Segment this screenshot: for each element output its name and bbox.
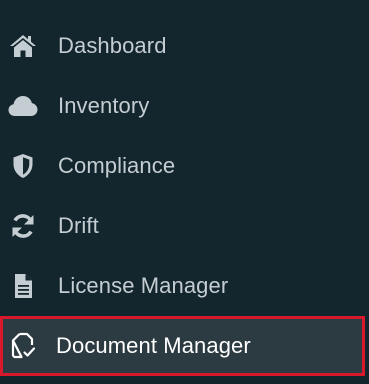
- sidebar-item-license-manager[interactable]: License Manager: [0, 256, 369, 316]
- sidebar-item-label: Drift: [58, 213, 99, 238]
- sidebar-item-dashboard[interactable]: Dashboard: [0, 16, 369, 76]
- shield-icon: [8, 151, 38, 181]
- sidebar-item-compliance[interactable]: Compliance: [0, 136, 369, 196]
- document-check-icon: [8, 331, 38, 361]
- sidebar-item-label: Compliance: [58, 153, 176, 178]
- sidebar-item-inventory[interactable]: Inventory: [0, 76, 369, 136]
- sidebar-item-label: License Manager: [58, 273, 229, 298]
- home-icon: [8, 31, 38, 61]
- sidebar: Dashboard Inventory Compliance Drift Lic…: [0, 0, 369, 384]
- sidebar-item-label: Inventory: [58, 93, 150, 118]
- sidebar-item-label: Document Manager: [56, 333, 251, 358]
- sidebar-item-document-manager[interactable]: Document Manager: [0, 316, 365, 376]
- document-icon: [8, 271, 38, 301]
- sidebar-item-label: Dashboard: [58, 33, 167, 58]
- sidebar-item-drift[interactable]: Drift: [0, 196, 369, 256]
- cloud-icon: [8, 91, 38, 121]
- sync-icon: [8, 211, 38, 241]
